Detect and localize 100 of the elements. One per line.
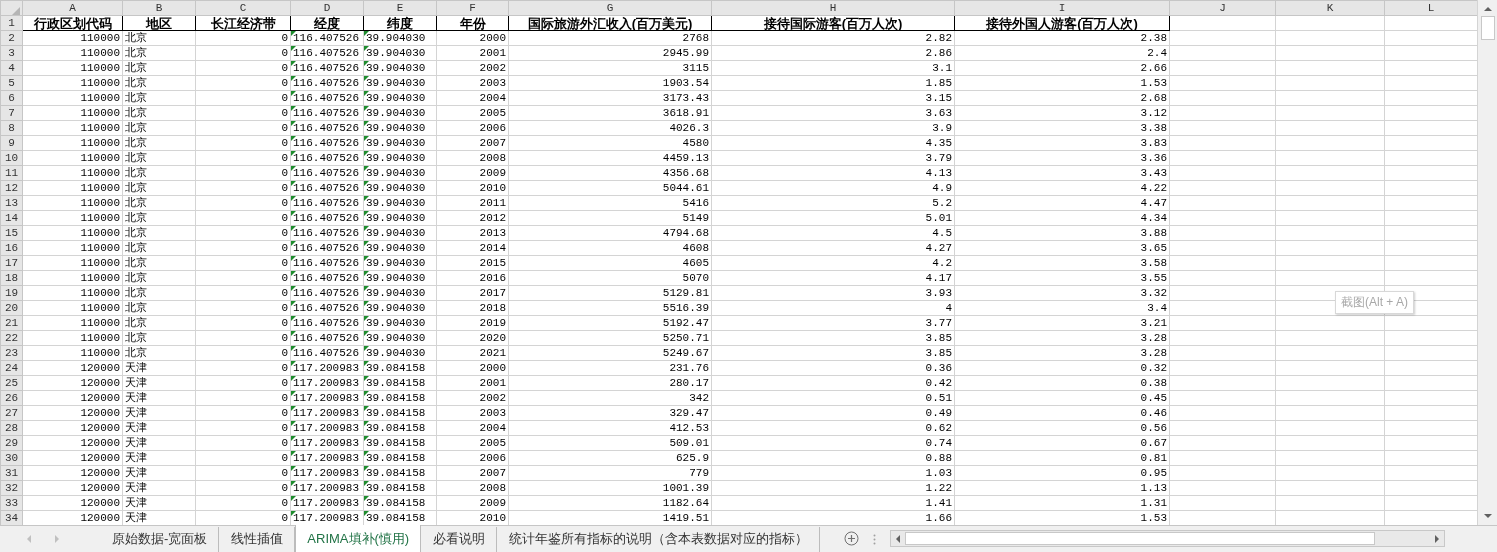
corner-triangle-icon bbox=[364, 61, 369, 66]
table-cell: 北京 bbox=[122, 180, 196, 196]
table-cell: 5249.67 bbox=[508, 345, 712, 361]
column-header[interactable]: F bbox=[436, 0, 509, 16]
previous-sheet-icon[interactable] bbox=[26, 535, 32, 543]
column-header[interactable]: G bbox=[508, 0, 712, 16]
column-header[interactable]: I bbox=[954, 0, 1170, 16]
table-cell: 117.200983 bbox=[290, 435, 364, 451]
table-cell: 2015 bbox=[436, 255, 509, 271]
scroll-left-icon[interactable] bbox=[895, 533, 902, 544]
next-sheet-icon[interactable] bbox=[54, 535, 60, 543]
table-cell: 2.86 bbox=[711, 45, 955, 61]
column-header[interactable]: L bbox=[1384, 0, 1477, 16]
column-header[interactable]: D bbox=[290, 0, 364, 16]
header-cell: 地区 bbox=[122, 15, 196, 31]
scroll-up-icon[interactable] bbox=[1482, 6, 1493, 12]
table-cell: 110000 bbox=[22, 225, 123, 241]
table-cell: 3.21 bbox=[954, 315, 1170, 331]
table-cell: 39.904030 bbox=[363, 150, 437, 166]
table-cell: 39.904030 bbox=[363, 60, 437, 76]
scroll-thumb[interactable] bbox=[905, 532, 1376, 545]
corner-triangle-icon bbox=[291, 211, 296, 216]
corner-triangle-icon bbox=[291, 286, 296, 291]
add-sheet-icon[interactable] bbox=[844, 531, 860, 546]
table-cell: 116.407526 bbox=[290, 210, 364, 226]
table-cell: 110000 bbox=[22, 90, 123, 106]
table-cell: 39.904030 bbox=[363, 285, 437, 301]
table-cell: 2021 bbox=[436, 345, 509, 361]
scroll-right-icon[interactable] bbox=[1434, 533, 1441, 544]
table-cell: 0.62 bbox=[711, 420, 955, 436]
corner-triangle-icon bbox=[364, 421, 369, 426]
sheet-tab[interactable]: 原始数据-宽面板 bbox=[100, 527, 220, 552]
corner-triangle-icon bbox=[364, 181, 369, 186]
table-cell: 2.68 bbox=[954, 90, 1170, 106]
table-cell: 0 bbox=[195, 270, 291, 286]
corner-triangle-icon bbox=[291, 271, 296, 276]
table-cell: 116.407526 bbox=[290, 270, 364, 286]
corner-triangle-icon bbox=[291, 421, 296, 426]
column-header[interactable]: B bbox=[122, 0, 196, 16]
table-cell: 北京 bbox=[122, 210, 196, 226]
table-cell: 39.084158 bbox=[363, 480, 437, 496]
table-cell: 110000 bbox=[22, 195, 123, 211]
table-cell: 116.407526 bbox=[290, 165, 364, 181]
table-cell: 116.407526 bbox=[290, 345, 364, 361]
table-cell: 3.28 bbox=[954, 330, 1170, 346]
table-cell: 0 bbox=[195, 90, 291, 106]
horizontal-scrollbar[interactable] bbox=[890, 530, 1446, 547]
table-cell: 0 bbox=[195, 135, 291, 151]
corner-triangle-icon bbox=[364, 481, 369, 486]
table-cell: 329.47 bbox=[508, 405, 712, 421]
table-cell: 3.79 bbox=[711, 150, 955, 166]
table-cell: 120000 bbox=[22, 405, 123, 421]
column-header[interactable]: K bbox=[1275, 0, 1385, 16]
table-cell: 0.88 bbox=[711, 450, 955, 466]
table-cell: 0 bbox=[195, 465, 291, 481]
table-cell: 110000 bbox=[22, 300, 123, 316]
splitter-icon[interactable] bbox=[873, 534, 877, 545]
table-cell: 110000 bbox=[22, 165, 123, 181]
corner-triangle-icon bbox=[364, 406, 369, 411]
column-header[interactable]: E bbox=[363, 0, 437, 16]
table-cell: 3.77 bbox=[711, 315, 955, 331]
table-cell: 5149 bbox=[508, 210, 712, 226]
header-cell: 行政区划代码 bbox=[22, 15, 123, 31]
table-cell: 2009 bbox=[436, 495, 509, 511]
corner-triangle-icon bbox=[291, 511, 296, 516]
table-cell: 2.82 bbox=[711, 30, 955, 46]
table-cell: 2011 bbox=[436, 195, 509, 211]
column-header[interactable]: H bbox=[711, 0, 955, 16]
table-cell: 天津 bbox=[122, 495, 196, 511]
scroll-thumb[interactable] bbox=[1480, 16, 1495, 40]
sheet-tab[interactable]: ARIMA填补(慎用) bbox=[295, 525, 422, 552]
corner-triangle-icon bbox=[364, 136, 369, 141]
scroll-down-icon[interactable] bbox=[1482, 513, 1493, 519]
table-cell: 天津 bbox=[122, 405, 196, 421]
table-cell: 116.407526 bbox=[290, 105, 364, 121]
table-cell: 116.407526 bbox=[290, 90, 364, 106]
corner-triangle-icon bbox=[291, 31, 296, 36]
table-cell: 4 bbox=[711, 300, 955, 316]
table-cell: 116.407526 bbox=[290, 180, 364, 196]
column-header[interactable]: C bbox=[195, 0, 291, 16]
table-cell: 2017 bbox=[436, 285, 509, 301]
vertical-scrollbar[interactable] bbox=[1477, 0, 1497, 525]
select-all-icon[interactable] bbox=[12, 6, 20, 15]
header-cell: 长江经济带 bbox=[195, 15, 291, 31]
table-cell: 120000 bbox=[22, 360, 123, 376]
sheet-tab[interactable]: 统计年鉴所有指标的说明（含本表数据对应的指标） bbox=[497, 527, 821, 552]
table-cell: 116.407526 bbox=[290, 315, 364, 331]
column-header[interactable]: J bbox=[1169, 0, 1276, 16]
table-cell: 39.904030 bbox=[363, 165, 437, 181]
table-cell: 0 bbox=[195, 285, 291, 301]
table-cell: 120000 bbox=[22, 465, 123, 481]
sheet-tab[interactable]: 必看说明 bbox=[421, 527, 498, 552]
table-cell: 4.5 bbox=[711, 225, 955, 241]
column-header[interactable]: A bbox=[22, 0, 123, 16]
table-cell: 北京 bbox=[122, 240, 196, 256]
table-cell: 2008 bbox=[436, 150, 509, 166]
table-cell: 116.407526 bbox=[290, 120, 364, 136]
table-cell: 0 bbox=[195, 360, 291, 376]
table-cell: 4608 bbox=[508, 240, 712, 256]
corner-triangle-icon bbox=[364, 376, 369, 381]
